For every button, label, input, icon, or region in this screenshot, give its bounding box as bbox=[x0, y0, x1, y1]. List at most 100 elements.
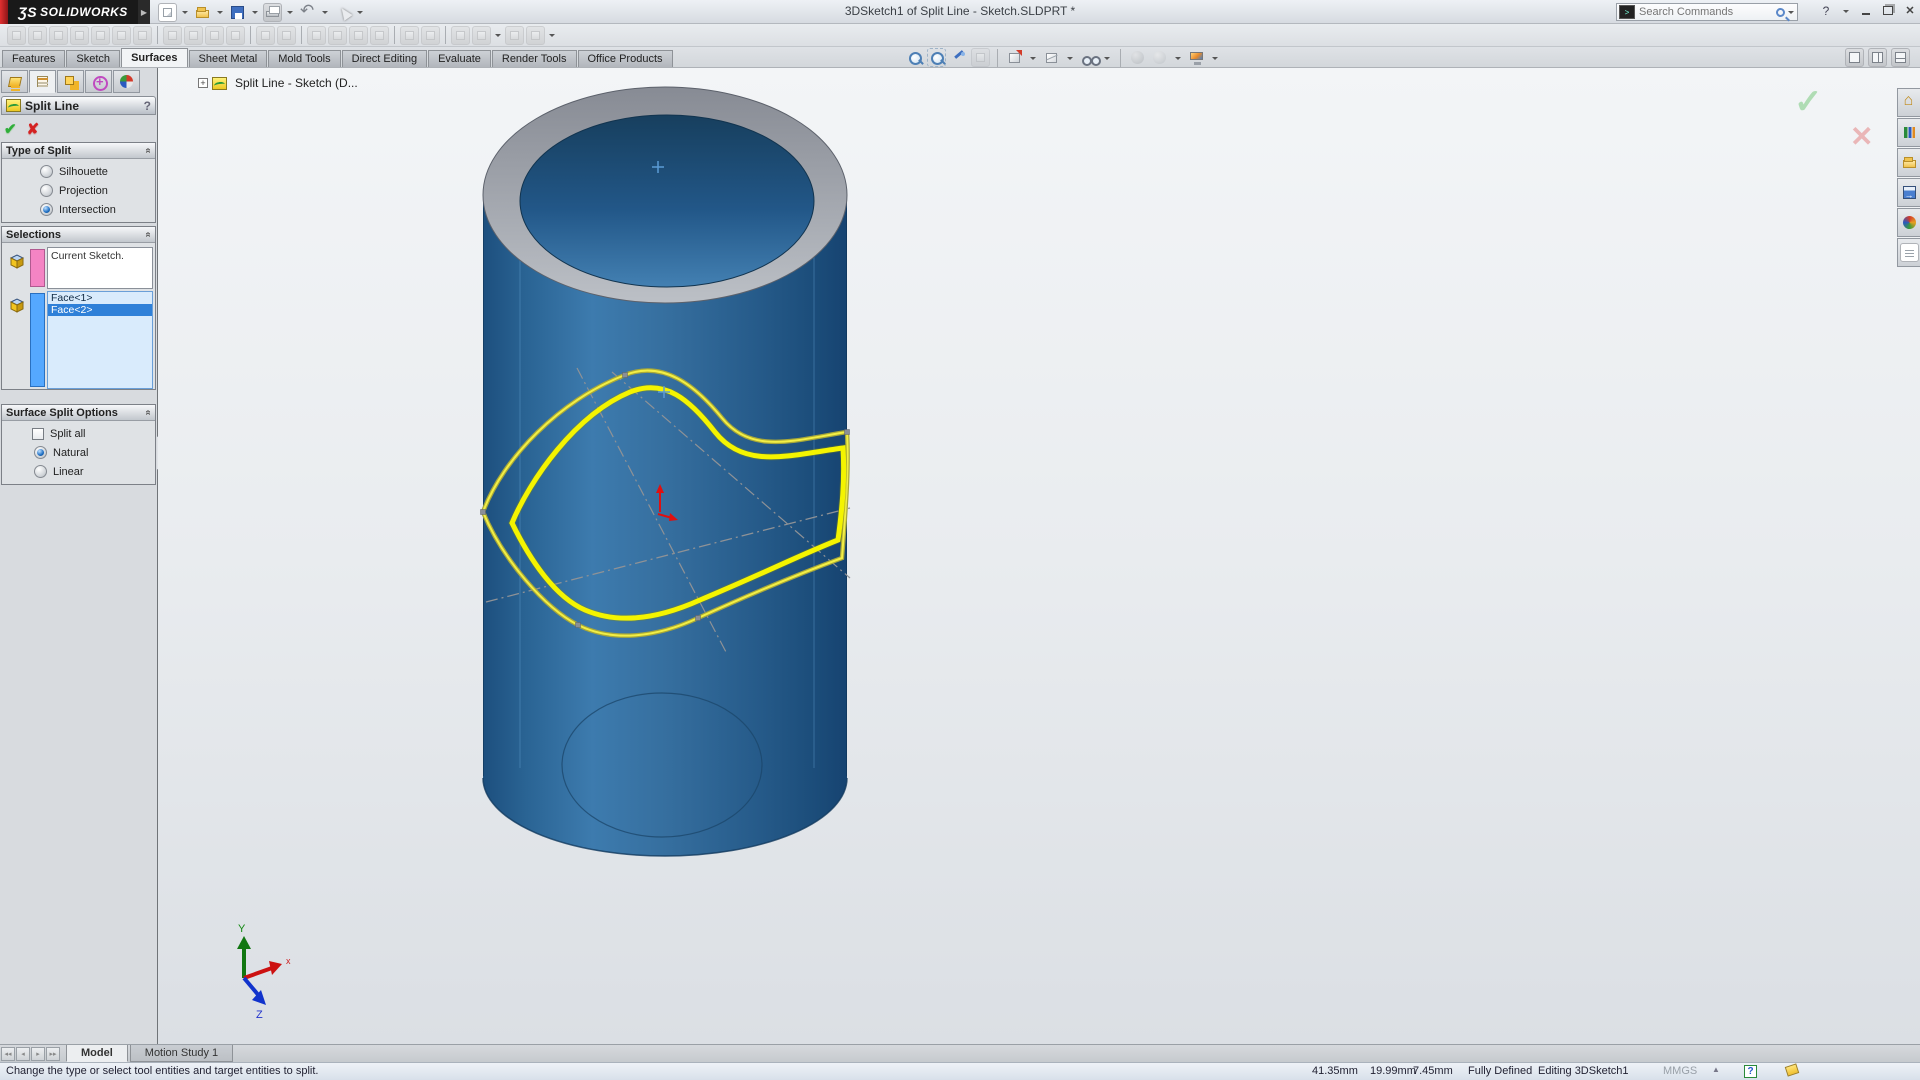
replace-face-icon[interactable] bbox=[256, 26, 275, 45]
ruled-surface-icon[interactable] bbox=[205, 26, 224, 45]
save-icon[interactable] bbox=[228, 3, 247, 22]
tab-render-tools[interactable]: Render Tools bbox=[492, 50, 577, 67]
panel-tab-feature-tree[interactable] bbox=[1, 70, 28, 93]
panel-tab-display-manager[interactable] bbox=[113, 70, 140, 93]
minimize-button[interactable] bbox=[1858, 3, 1874, 18]
view-settings-icon[interactable] bbox=[1187, 48, 1206, 67]
magnified-selection-icon[interactable] bbox=[949, 48, 968, 67]
print-icon[interactable] bbox=[263, 3, 282, 22]
radio-button[interactable] bbox=[40, 203, 53, 216]
dropdown-arrow-icon[interactable] bbox=[322, 11, 328, 17]
sketch-selection-box[interactable]: Current Sketch. bbox=[47, 247, 153, 289]
expand-tree-icon[interactable]: + bbox=[198, 78, 208, 88]
radio-button[interactable] bbox=[40, 184, 53, 197]
panel-tab-property-manager[interactable] bbox=[29, 70, 56, 93]
search-input[interactable] bbox=[1639, 6, 1776, 18]
filled-surface-icon[interactable] bbox=[112, 26, 131, 45]
taskpane-file-explorer-button[interactable] bbox=[1897, 148, 1920, 177]
open-icon[interactable] bbox=[193, 3, 212, 22]
tab-sketch[interactable]: Sketch bbox=[66, 50, 120, 67]
viewport-background[interactable] bbox=[158, 68, 1920, 1044]
curves-icon[interactable] bbox=[526, 26, 545, 45]
search-dropdown-icon[interactable] bbox=[1788, 11, 1794, 17]
units-caret-icon[interactable]: ▲ bbox=[1712, 1065, 1720, 1074]
select-icon[interactable] bbox=[333, 3, 352, 22]
fillet-icon[interactable] bbox=[451, 26, 470, 45]
units-selector[interactable]: MMGS bbox=[1663, 1065, 1697, 1077]
extruded-surface-icon[interactable] bbox=[7, 26, 26, 45]
tab-model[interactable]: Model bbox=[66, 1045, 128, 1062]
prev-tab-button[interactable]: ◂ bbox=[16, 1047, 30, 1061]
tab-surfaces[interactable]: Surfaces bbox=[121, 48, 187, 67]
dropdown-arrow-icon[interactable] bbox=[357, 11, 363, 17]
lofted-surface-icon[interactable] bbox=[70, 26, 89, 45]
dropdown-arrow-icon[interactable] bbox=[1212, 57, 1218, 63]
knit-surface-icon[interactable] bbox=[349, 26, 368, 45]
apply-scene-icon[interactable] bbox=[1128, 48, 1147, 67]
radio-button[interactable] bbox=[34, 465, 47, 478]
planar-surface-icon[interactable] bbox=[163, 26, 182, 45]
display-style-icon[interactable] bbox=[1042, 48, 1061, 67]
delete-face-icon[interactable] bbox=[226, 26, 245, 45]
collapse-chevron-icon[interactable]: « bbox=[143, 148, 154, 154]
status-help-icon[interactable]: ? bbox=[1744, 1065, 1757, 1078]
search-commands-box[interactable]: > bbox=[1616, 3, 1798, 21]
tab-sheet-metal[interactable]: Sheet Metal bbox=[189, 50, 268, 67]
face-list-item[interactable]: Face<1> bbox=[48, 292, 152, 304]
dropdown-arrow-icon[interactable] bbox=[287, 11, 293, 17]
first-tab-button[interactable]: ◂◂ bbox=[1, 1047, 15, 1061]
panel-tab-configurations[interactable] bbox=[57, 70, 84, 93]
help-dropdown-icon[interactable] bbox=[1843, 10, 1849, 16]
new-icon[interactable] bbox=[158, 3, 177, 22]
dropdown-arrow-icon[interactable] bbox=[1175, 57, 1181, 63]
next-tab-button[interactable]: ▸ bbox=[31, 1047, 45, 1061]
radio-option-linear[interactable]: Linear bbox=[34, 465, 155, 478]
tab-office-products[interactable]: Office Products bbox=[578, 50, 673, 67]
panel-tab-dimxpert[interactable] bbox=[85, 70, 112, 93]
confirm-cancel-icon[interactable]: ✕ bbox=[1850, 120, 1873, 153]
last-tab-button[interactable]: ▸▸ bbox=[46, 1047, 60, 1061]
collapse-chevron-icon[interactable]: « bbox=[143, 410, 154, 416]
tab-motion-study-1[interactable]: Motion Study 1 bbox=[130, 1045, 233, 1062]
untrim-surface-icon[interactable] bbox=[328, 26, 347, 45]
dropdown-arrow-icon[interactable] bbox=[1067, 57, 1073, 63]
dropdown-arrow-icon[interactable] bbox=[182, 11, 188, 17]
undo-icon[interactable] bbox=[298, 3, 317, 22]
tab-evaluate[interactable]: Evaluate bbox=[428, 50, 491, 67]
split-all-checkbox[interactable] bbox=[32, 428, 44, 440]
face-list-item[interactable]: Face<2> bbox=[48, 304, 152, 316]
dropdown-arrow-icon[interactable] bbox=[252, 11, 258, 17]
confirm-ok-icon[interactable]: ✓ bbox=[1794, 82, 1823, 122]
taskpane-custom-properties-button[interactable] bbox=[1897, 238, 1920, 267]
faces-list[interactable]: Face<1>Face<2> bbox=[47, 291, 153, 389]
ok-button[interactable]: ✔ bbox=[4, 120, 17, 138]
collapse-chevron-icon[interactable]: « bbox=[143, 232, 154, 238]
taskpane-view-palette-button[interactable] bbox=[1897, 178, 1920, 207]
freeform-icon[interactable] bbox=[133, 26, 152, 45]
taskpane-solidworks-resources-button[interactable] bbox=[1897, 88, 1920, 117]
hide-show-items-icon[interactable] bbox=[1079, 48, 1098, 67]
reference-geometry-icon[interactable] bbox=[505, 26, 524, 45]
cut-with-surface-icon[interactable] bbox=[421, 26, 440, 45]
split-line-icon[interactable] bbox=[472, 26, 491, 45]
split-two-icon[interactable] bbox=[1868, 48, 1887, 67]
edit-appearance-icon[interactable] bbox=[1150, 48, 1169, 67]
section-view-icon[interactable] bbox=[971, 48, 990, 67]
revolved-surface-icon[interactable] bbox=[28, 26, 47, 45]
search-icon[interactable] bbox=[1776, 8, 1785, 17]
radio-button[interactable] bbox=[34, 446, 47, 459]
tab-features[interactable]: Features bbox=[2, 50, 65, 67]
radio-option-intersection[interactable]: Intersection bbox=[40, 203, 155, 216]
boundary-surface-icon[interactable] bbox=[91, 26, 110, 45]
dropdown-arrow-icon[interactable] bbox=[495, 34, 501, 40]
taskpane-design-library-button[interactable] bbox=[1897, 118, 1920, 147]
status-tag-icon[interactable] bbox=[1785, 1063, 1800, 1076]
dropdown-arrow-icon[interactable] bbox=[217, 11, 223, 17]
radio-button[interactable] bbox=[40, 165, 53, 178]
trim-surface-icon[interactable] bbox=[307, 26, 326, 45]
single-view-icon[interactable] bbox=[1845, 48, 1864, 67]
restore-button[interactable] bbox=[1880, 3, 1896, 18]
pm-help-button[interactable]: ? bbox=[144, 99, 151, 113]
menu-expand-arrow[interactable]: ▶ bbox=[138, 0, 150, 24]
thickened-cut-icon[interactable] bbox=[400, 26, 419, 45]
